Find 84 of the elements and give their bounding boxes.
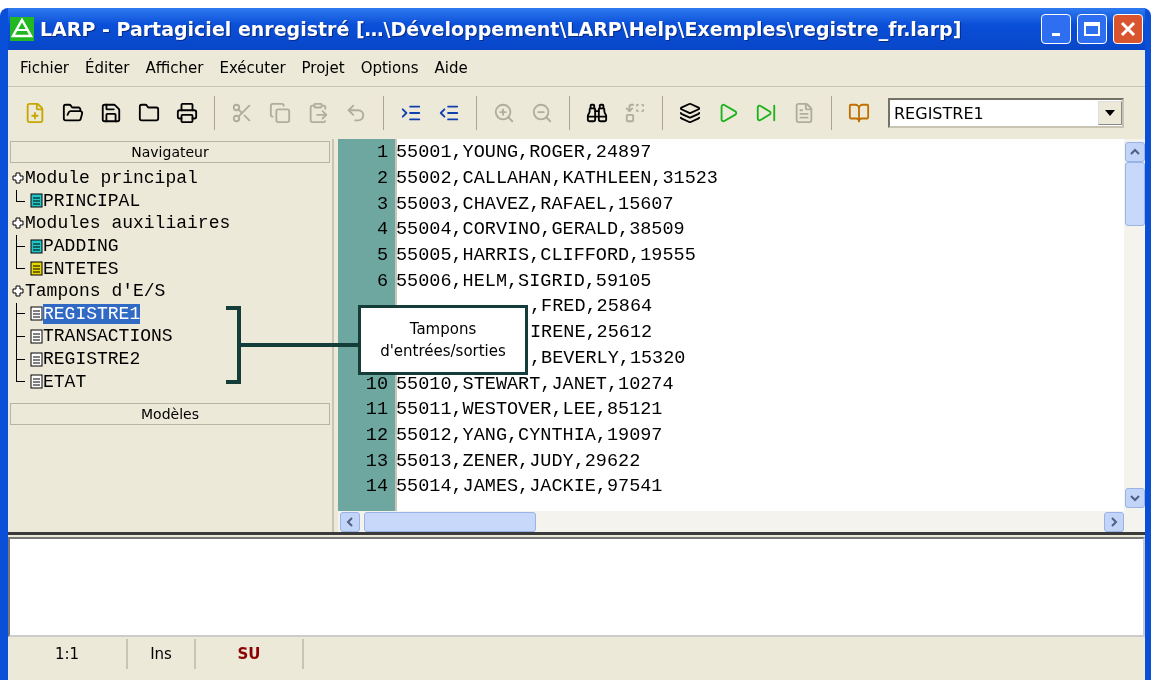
- code-line: 55003,CHAVEZ,RAFAEL,15607: [396, 193, 674, 215]
- scroll-down-button[interactable]: [1124, 488, 1145, 508]
- code-line: 55004,CORVINO,GERALD,38509: [396, 219, 685, 241]
- tree-item[interactable]: PRINCIPAL: [43, 190, 141, 211]
- scroll-thumb[interactable]: [364, 511, 536, 532]
- code-line: 55011,WESTOVER,LEE,85121: [396, 399, 663, 421]
- tree-item[interactable]: PADDING: [43, 236, 119, 257]
- code-line: ,BEVERLY,15320: [530, 347, 686, 369]
- code-line: 55010,STEWART,JANET,10274: [396, 373, 674, 395]
- dropdown-arrow-button[interactable]: [1098, 101, 1122, 125]
- dropdown-value: REGISTRE1: [893, 103, 985, 123]
- document-icon: [30, 193, 43, 209]
- status-field: SU: [196, 639, 304, 669]
- line-number: 1: [375, 142, 389, 164]
- line-number: 12: [364, 424, 389, 446]
- maximize-icon: [1084, 22, 1100, 36]
- callout-text: d'entrées/sorties: [380, 341, 506, 362]
- panel-header: Navigateur: [10, 141, 330, 163]
- line-number: 5: [375, 245, 389, 267]
- menu-item[interactable]: Exécuter: [213, 59, 292, 77]
- document-icon: [30, 328, 43, 344]
- tree-node[interactable]: Modules auxiliaires: [24, 213, 231, 234]
- scroll-thumb[interactable]: [1124, 162, 1145, 226]
- code-line: 55013,ZENER,JUDY,29622: [396, 450, 641, 472]
- code-line: 55001,YOUNG,ROGER,24897: [396, 142, 652, 164]
- tree-item[interactable]: ETAT: [43, 371, 87, 392]
- chevron-left-icon: [345, 516, 355, 527]
- line-number: 4: [375, 219, 389, 241]
- document-icon: [30, 374, 43, 390]
- chevron-down-icon: [1129, 493, 1140, 503]
- document-icon: [30, 238, 43, 254]
- maximize-button[interactable]: [1077, 14, 1107, 44]
- callout-text: Tampons: [409, 319, 477, 340]
- code-line: 55012,YANG,CYNTHIA,19097: [396, 424, 663, 446]
- code-line: 55002,CALLAHAN,KATHLEEN,31523: [396, 168, 718, 190]
- minimize-icon: [1052, 32, 1060, 36]
- line-number: 3: [375, 193, 389, 215]
- menu-item[interactable]: Éditer: [79, 59, 136, 77]
- vertical-scrollbar[interactable]: [1124, 139, 1145, 511]
- structure-icon: [30, 261, 43, 277]
- window-title: LARP - Partagiciel enregistré […\Développement\LARP\Help\Exemples\registre_fr.larp]: [40, 18, 963, 40]
- chevron-up-icon: [1129, 147, 1140, 157]
- plus-icon[interactable]: [12, 172, 24, 185]
- tree-node[interactable]: Module principal: [24, 168, 198, 189]
- line-number: 6: [375, 270, 389, 292]
- code-line: IRENE,25612: [530, 322, 653, 344]
- horizontal-scrollbar[interactable]: [338, 511, 1145, 532]
- code-line: 55005,HARRIS,CLIFFORD,19555: [396, 245, 696, 267]
- buffer-dropdown[interactable]: REGISTRE1: [888, 98, 1124, 128]
- caret-icon: [1105, 110, 1115, 116]
- code-line: 55006,HELM,SIGRID,59105: [396, 270, 652, 292]
- plus-icon[interactable]: [12, 285, 24, 298]
- tree-item[interactable]: ENTETES: [43, 258, 119, 279]
- close-icon: [1120, 21, 1136, 37]
- plus-icon[interactable]: [12, 217, 24, 230]
- tree-item[interactable]: REGISTRE1: [43, 303, 141, 324]
- close-button[interactable]: [1113, 14, 1143, 44]
- scroll-left-button[interactable]: [340, 511, 360, 532]
- line-number: 14: [364, 476, 389, 498]
- scroll-right-button[interactable]: [1104, 511, 1124, 532]
- line-number: 11: [364, 399, 389, 421]
- code-line: 55014,JAMES,JACKIE,97541: [396, 476, 663, 498]
- menu-item[interactable]: Afficher: [139, 59, 210, 77]
- panel-header: Modèles: [10, 402, 330, 425]
- document-icon: [30, 306, 43, 322]
- minimize-button[interactable]: [1041, 14, 1071, 44]
- tree-item[interactable]: REGISTRE2: [43, 349, 141, 370]
- status-field: 1:1: [8, 639, 128, 669]
- menu-item[interactable]: Projet: [295, 59, 351, 77]
- tree-item[interactable]: TRANSACTIONS: [43, 326, 173, 347]
- menu-item[interactable]: Aide: [428, 59, 474, 77]
- menu-item[interactable]: Options: [354, 59, 425, 77]
- scroll-up-button[interactable]: [1124, 142, 1145, 162]
- chevron-right-icon: [1109, 516, 1119, 527]
- code-editor[interactable]: [338, 139, 1145, 532]
- tree-node[interactable]: Tampons d'E/S: [24, 281, 166, 302]
- app-logo-icon: [10, 17, 34, 41]
- code-line: ,FRED,25864: [530, 296, 653, 318]
- document-icon: [30, 351, 43, 367]
- line-number: 2: [375, 168, 389, 190]
- status-field: Ins: [128, 639, 196, 669]
- line-number: 10: [364, 373, 389, 395]
- line-number: 13: [364, 450, 389, 472]
- menu-item[interactable]: Fichier: [14, 59, 76, 77]
